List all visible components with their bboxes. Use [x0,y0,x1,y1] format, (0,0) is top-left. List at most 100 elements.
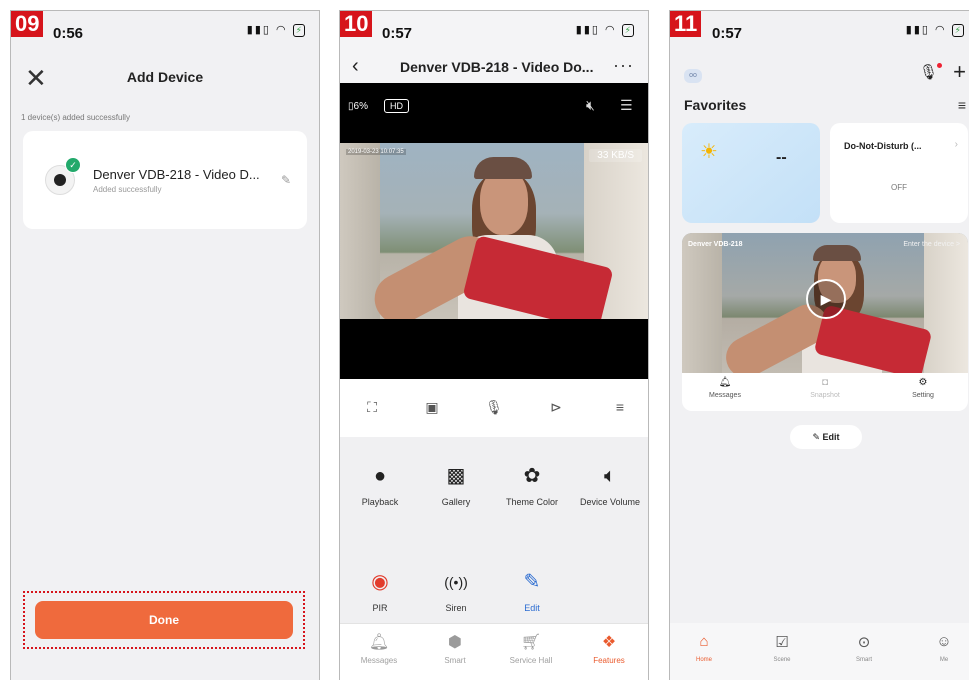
status-time: 0:56 [53,25,84,42]
play-icon[interactable]: ▶ [806,279,846,319]
feature-gallery[interactable]: ▩ Gallery [416,463,496,507]
tab-me[interactable]: ☺ Me [914,633,969,663]
quality-toggle[interactable]: HD [384,99,409,113]
camera-preview[interactable]: Denver VDB-218 Enter the device > ▶ [682,233,968,373]
live-video-feed[interactable]: 2019-03-23 10:07:35 33 KB/S [340,143,648,319]
camera-setting[interactable]: ⚙︎ Setting [888,377,958,399]
status-time: 0:57 [382,25,413,42]
sun-icon: ☀ [700,141,718,163]
pencil-icon[interactable]: ✎ [281,173,291,187]
camera-messages[interactable]: 🔔︎ Messages [690,377,760,399]
add-icon[interactable]: + [953,59,966,85]
tab-features[interactable]: ❖ Features [574,632,644,665]
cart-icon: 🛒︎ [520,634,542,651]
play-icon: ● [373,465,387,487]
battery-icon: ⚡ [292,24,305,37]
screen-add-device: 09 0:56 ▮▮▯ ◠ ⚡ ✕ Add Device 1 device(s)… [10,10,320,680]
camera-snapshot[interactable]: ◘ Snapshot [790,377,860,399]
feature-siren[interactable]: ((•)) Siren [416,569,496,613]
smart-icon: ⊙ [857,634,871,651]
siren-icon: ((•)) [444,574,468,590]
layout-icon[interactable]: ☰ [620,97,633,114]
screen-home: 11 0:57 ▮▮▯ ◠ ⚡ oo 🎙︎ + Favorites ≡ ☀ --… [669,10,969,680]
scene-icon: ☑ [775,634,789,651]
tab-home[interactable]: ⌂ Home [674,633,734,663]
video-controls: ⛶ ▣ 🎙︎ ⊳ ≡ [340,379,648,437]
step-badge: 11 [670,11,702,37]
volume-icon: 🔈︎ [604,465,616,487]
palette-icon: ✿ [523,465,541,487]
feature-theme-color[interactable]: ✿ Theme Color [492,463,572,507]
pir-icon: ◉ [371,571,389,593]
status-icons: ▮▮▯ ◠ ⚡ [247,23,305,37]
menu-icon[interactable]: ≡ [958,97,966,113]
edit-icon: ✎ [523,571,541,593]
tab-scene[interactable]: ☑ Scene [752,633,812,663]
camera-name: Denver VDB-218 [688,241,743,248]
microphone-icon[interactable]: 🎙︎ [919,63,938,81]
camera-icon: ◘ [821,377,829,388]
favorites-heading: Favorites [684,97,747,113]
gallery-icon: ▩ [446,465,466,487]
tab-smart[interactable]: ⬢ Smart [420,632,490,665]
battery-level: ▯6% [348,101,368,112]
mute-icon[interactable]: 🔇︎ [586,97,595,114]
done-highlight: Done [23,591,305,649]
tab-messages[interactable]: 🔔︎ Messages [344,632,414,665]
back-icon[interactable]: ‹ [352,55,359,78]
wifi-icon: ◠ [605,24,617,36]
done-button[interactable]: Done [35,601,293,639]
signal-icon: ▮▮▯ [905,24,930,36]
feature-pir[interactable]: ◉ PIR [340,569,420,613]
signal-icon: ▮▮▯ [575,24,600,36]
bottom-tab-bar: 🔔︎ Messages ⬢ Smart 🛒︎ Service Hall ❖ Fe… [340,623,648,680]
home-icon: ⌂ [699,633,709,650]
expand-menu-icon[interactable]: ≡ [610,399,630,415]
status-icons: ▮▮▯ ◠ ⚡ [906,23,964,37]
device-status: Added successfully [93,185,162,194]
camera-card[interactable]: Denver VDB-218 Enter the device > ▶ 🔔︎ M… [682,233,968,411]
dnd-state: OFF [891,183,907,192]
microphone-icon[interactable]: 🎙︎ [484,399,504,416]
bell-icon: 🔔︎ [718,377,732,388]
video-timestamp: 2019-03-23 10:07:35 [346,149,406,155]
smart-icon: ⬢ [448,634,462,651]
battery-icon: ⚡ [951,24,964,37]
weather-value: -- [776,149,787,166]
signal-icon: ▮▮▯ [246,24,271,36]
screenshot-icon[interactable]: ▣ [422,399,442,416]
record-icon[interactable]: ⊳ [546,399,566,416]
fullscreen-icon[interactable]: ⛶ [362,399,382,416]
do-not-disturb-card[interactable]: Do-Not-Disturb (... › OFF [830,123,968,223]
enter-device-link[interactable]: Enter the device > [903,241,960,248]
device-title: Denver VDB-218 - Video Do... [400,59,594,75]
status-icons: ▮▮▯ ◠ ⚡ [576,23,634,37]
check-icon: ✓ [65,157,81,173]
page-title: Add Device [126,69,204,85]
notification-dot [937,63,942,68]
battery-icon: ⚡ [621,24,634,37]
wifi-icon: ◠ [935,24,947,36]
edit-button[interactable]: ✎ Edit [790,425,862,449]
feature-playback[interactable]: ● Playback [340,463,420,507]
tab-service-hall[interactable]: 🛒︎ Service Hall [496,632,566,665]
device-name: Denver VDB-218 - Video D... [93,167,260,182]
step-badge: 09 [11,11,44,37]
added-status: 1 device(s) added successfully [21,113,130,122]
feature-edit[interactable]: ✎ Edit [492,569,572,613]
weather-card[interactable]: ☀ -- [682,123,820,223]
device-card[interactable]: ✓ Denver VDB-218 - Video D... Added succ… [23,131,307,229]
status-time: 0:57 [712,25,743,42]
feature-device-volume[interactable]: 🔈︎ Device Volume [570,463,648,507]
gear-icon: ⚙︎ [918,377,928,388]
features-icon: ❖ [601,634,617,651]
tab-smart[interactable]: ⊙ Smart [834,633,894,663]
more-icon[interactable]: ··· [613,55,634,76]
dnd-title: Do-Not-Disturb (... [844,141,922,151]
wifi-icon: ◠ [276,24,288,36]
profile-icon: ☺ [936,633,952,650]
chevron-right-icon: › [954,139,958,150]
bell-icon: 🔔︎ [368,634,390,651]
bottom-tab-bar: ⌂ Home ☑ Scene ⊙ Smart ☺ Me [670,623,969,680]
assistant-icon[interactable]: oo [684,69,702,83]
